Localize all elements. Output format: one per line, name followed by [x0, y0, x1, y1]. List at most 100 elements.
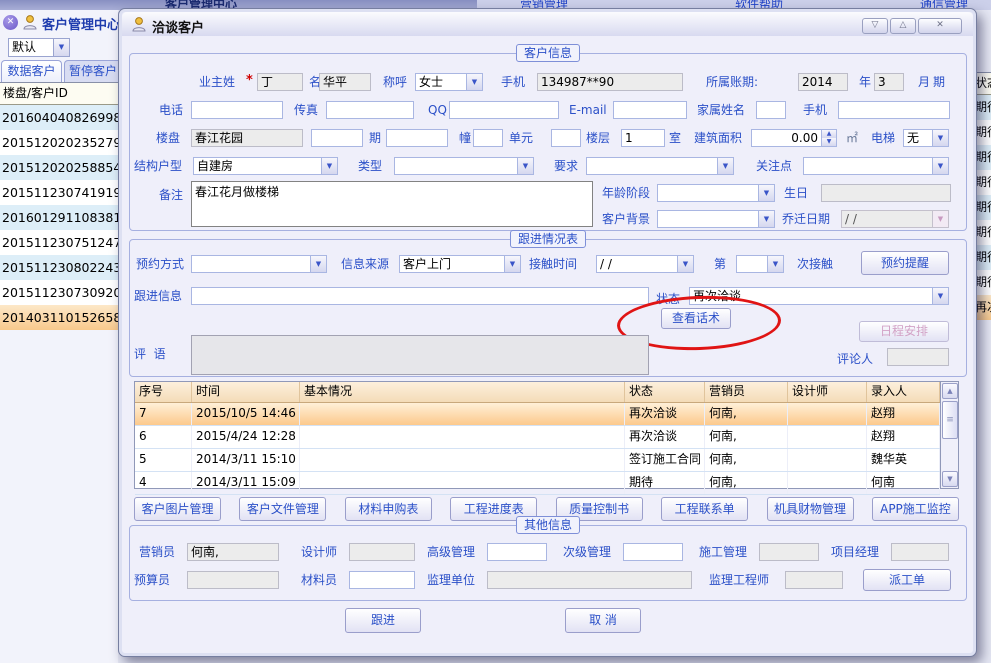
qq-field[interactable]: [449, 101, 559, 119]
dropdown-icon[interactable]: ▼: [504, 256, 520, 272]
app-monitoring-button[interactable]: APP施工监控: [872, 497, 959, 521]
dropdown-icon[interactable]: ▼: [53, 39, 69, 56]
scrollbar-thumb[interactable]: ≡: [942, 401, 958, 439]
list-item[interactable]: 2015112307309205: [0, 280, 118, 305]
family-mobile-field[interactable]: [838, 101, 950, 119]
table-row-selected[interactable]: 7 2015/10/5 14:46 再次洽谈 何南, 赵翔: [135, 403, 940, 426]
construction-manager-field: [759, 543, 819, 561]
maximize-button[interactable]: △: [890, 18, 916, 34]
table-scrollbar[interactable]: ▲ ≡ ▼: [940, 382, 958, 488]
fax-field[interactable]: [326, 101, 414, 119]
remark-textarea[interactable]: 春江花月做楼梯: [191, 181, 593, 227]
phone-field[interactable]: [191, 101, 283, 119]
area-stepper[interactable]: 0.00 ▲▼: [751, 129, 837, 147]
family-name-field[interactable]: [756, 101, 786, 119]
close-panel-icon[interactable]: ✕: [3, 15, 18, 30]
table-row[interactable]: 6 2015/4/24 12:28 再次洽谈 何南, 赵翔: [135, 426, 940, 449]
building-field[interactable]: [386, 129, 448, 147]
birthday-field: [821, 184, 951, 202]
dropdown-icon[interactable]: ▼: [932, 130, 948, 146]
dropdown-icon[interactable]: ▼: [932, 288, 948, 304]
status-select[interactable]: 再次洽谈▼: [689, 287, 949, 305]
dropdown-icon[interactable]: ▼: [717, 158, 733, 174]
dropdown-icon[interactable]: ▼: [466, 74, 482, 90]
schedule-button[interactable]: 日程安排: [859, 321, 949, 342]
material-request-button[interactable]: 材料申购表: [345, 497, 432, 521]
list-item[interactable]: 2015120202588541: [0, 155, 118, 180]
info-source-select[interactable]: 客户上门▼: [399, 255, 521, 273]
birthday-label: 生日: [784, 184, 808, 202]
project-manager-field: [891, 543, 949, 561]
nth-select[interactable]: ▼: [736, 255, 784, 273]
table-row[interactable]: 5 2014/3/11 15:10 签订施工合同 何南, 魏华英: [135, 449, 940, 472]
dropdown-icon[interactable]: ▼: [321, 158, 337, 174]
tab-data-customers[interactable]: 数据客户: [1, 60, 62, 82]
project-contact-button[interactable]: 工程联系单: [661, 497, 748, 521]
col-recorder[interactable]: 录入人: [867, 382, 940, 402]
email-field[interactable]: [613, 101, 687, 119]
scroll-up-icon[interactable]: ▲: [942, 383, 958, 399]
material-clerk-field[interactable]: [349, 571, 415, 589]
col-basic-info[interactable]: 基本情况: [300, 382, 625, 402]
secondary-manager-field[interactable]: [623, 543, 683, 561]
estate-phase-field[interactable]: [311, 129, 363, 147]
appointment-method-select[interactable]: ▼: [191, 255, 327, 273]
list-item-selected[interactable]: 2014031101526589: [0, 305, 118, 330]
dropdown-icon[interactable]: ▼: [310, 256, 326, 272]
filter-select[interactable]: 默认 ▼: [8, 38, 70, 57]
list-item[interactable]: 2016012911083815: [0, 205, 118, 230]
dropdown-icon[interactable]: ▼: [767, 256, 783, 272]
area-label: 建筑面积: [694, 129, 742, 147]
close-button[interactable]: ✕: [918, 18, 962, 34]
list-item[interactable]: 2015112308022433: [0, 255, 118, 280]
dispatch-order-button[interactable]: 派工单: [863, 569, 951, 591]
appointment-reminder-button[interactable]: 预约提醒: [861, 251, 949, 275]
col-marketer[interactable]: 营销员: [705, 382, 788, 402]
unit2-field[interactable]: [551, 129, 581, 147]
requirement-select[interactable]: ▼: [586, 157, 734, 175]
list-item[interactable]: 2015120202352799: [0, 130, 118, 155]
list-item[interactable]: 2015112307419197: [0, 180, 118, 205]
structure-select[interactable]: 自建房▼: [193, 157, 338, 175]
cancel-button[interactable]: 取 消: [565, 608, 641, 633]
contact-time-select[interactable]: / /▼: [596, 255, 694, 273]
customer-files-button[interactable]: 客户文件管理: [239, 497, 326, 521]
tab-paused-customers[interactable]: 暂停客户: [64, 60, 118, 82]
senior-manager-field[interactable]: [487, 543, 547, 561]
type-select[interactable]: ▼: [394, 157, 534, 175]
minimize-button[interactable]: ▽: [862, 18, 888, 34]
follow-up-button[interactable]: 跟进: [345, 608, 421, 633]
age-stage-select[interactable]: ▼: [657, 184, 775, 202]
dropdown-icon[interactable]: ▼: [932, 158, 948, 174]
scroll-down-icon[interactable]: ▼: [942, 471, 958, 487]
dropdown-icon[interactable]: ▼: [677, 256, 693, 272]
col-designer[interactable]: 设计师: [788, 382, 867, 402]
floor-field[interactable]: 1: [621, 129, 665, 147]
list-item[interactable]: 2015112307512476: [0, 230, 118, 255]
focus-select[interactable]: ▼: [803, 157, 949, 175]
salutation-select[interactable]: 女士▼: [415, 73, 483, 91]
dropdown-icon[interactable]: ▼: [758, 185, 774, 201]
col-status[interactable]: 状态: [625, 382, 705, 402]
col-no[interactable]: 序号: [135, 382, 192, 402]
list-item[interactable]: 2016040408269981: [0, 105, 118, 130]
follow-info-field[interactable]: [191, 287, 649, 305]
follow-up-history-table: 序号 时间 基本情况 状态 营销员 设计师 录入人 7 2015/10/5 14…: [134, 381, 959, 489]
view-script-button[interactable]: 查看话术: [661, 308, 731, 329]
equipment-assets-button[interactable]: 机具财物管理: [767, 497, 854, 521]
table-row[interactable]: 4 2014/3/11 15:09 期待 何南, 何南: [135, 472, 940, 495]
col-time[interactable]: 时间: [192, 382, 300, 402]
spin-up-icon[interactable]: ▲: [822, 130, 836, 138]
designer-field: [349, 543, 415, 561]
dropdown-icon[interactable]: ▼: [517, 158, 533, 174]
elevator-select[interactable]: 无▼: [903, 129, 949, 147]
customer-photos-button[interactable]: 客户图片管理: [134, 497, 221, 521]
mobile-label: 手机: [501, 73, 525, 91]
room-label: 室: [669, 129, 681, 147]
dialog-titlebar[interactable]: 洽谈客户 ▽ △ ✕: [122, 12, 973, 36]
age-stage-label: 年龄阶段: [602, 184, 650, 202]
customer-background-select[interactable]: ▼: [657, 210, 775, 228]
dropdown-icon[interactable]: ▼: [758, 211, 774, 227]
spin-down-icon[interactable]: ▼: [822, 138, 836, 146]
unit-field[interactable]: [473, 129, 503, 147]
